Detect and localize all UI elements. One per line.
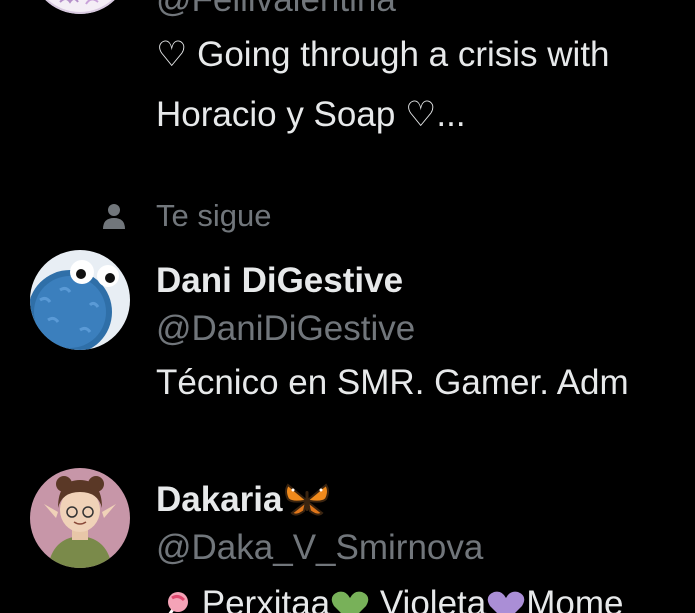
lollipop-icon [168,591,188,613]
user-bio-line: ♡ Going through a crisis with [156,35,610,74]
user-handle[interactable]: @Daka_V_Smirnova [156,524,695,572]
user-display-name-text: Dakaria [156,480,283,519]
user-cell-daka-v-smirnova[interactable]: Dakaria @Daka_V_Smirnova Perxitaa Violet… [0,460,695,613]
user-bio: Técnico en SMR. Gamer. Adm [156,363,629,402]
bio-text-segment: Violeta [370,584,487,613]
user-cell-feliivalentina[interactable]: @Feliivalentina ♡ Going through a crisis… [0,0,695,140]
bio-text-segment: Perxitaa [192,584,331,613]
person-icon [103,204,125,229]
avatar[interactable] [30,468,130,568]
user-display-name[interactable]: Dani DiGestive [156,257,695,305]
butterfly-icon [285,483,330,516]
avatar[interactable] [30,0,130,14]
avatar[interactable] [30,250,130,350]
follows-you-label: Te sigue [156,198,272,233]
purple-heart-icon [487,591,525,613]
user-bio: Perxitaa Violeta Mome [156,574,695,613]
follows-you-indicator: Te sigue [100,194,271,238]
bio-text-segment: Mome [526,584,624,613]
green-heart-icon [331,591,369,613]
user-cell-danidigestive[interactable]: Dani DiGestive @DaniDiGestive Técnico en… [0,240,695,420]
user-bio-line: Horacio y Soap ♡... [156,95,466,134]
user-handle[interactable]: @DaniDiGestive [156,305,695,353]
user-display-name[interactable]: Dakaria [156,476,695,524]
user-handle[interactable]: @Feliivalentina [156,0,695,24]
